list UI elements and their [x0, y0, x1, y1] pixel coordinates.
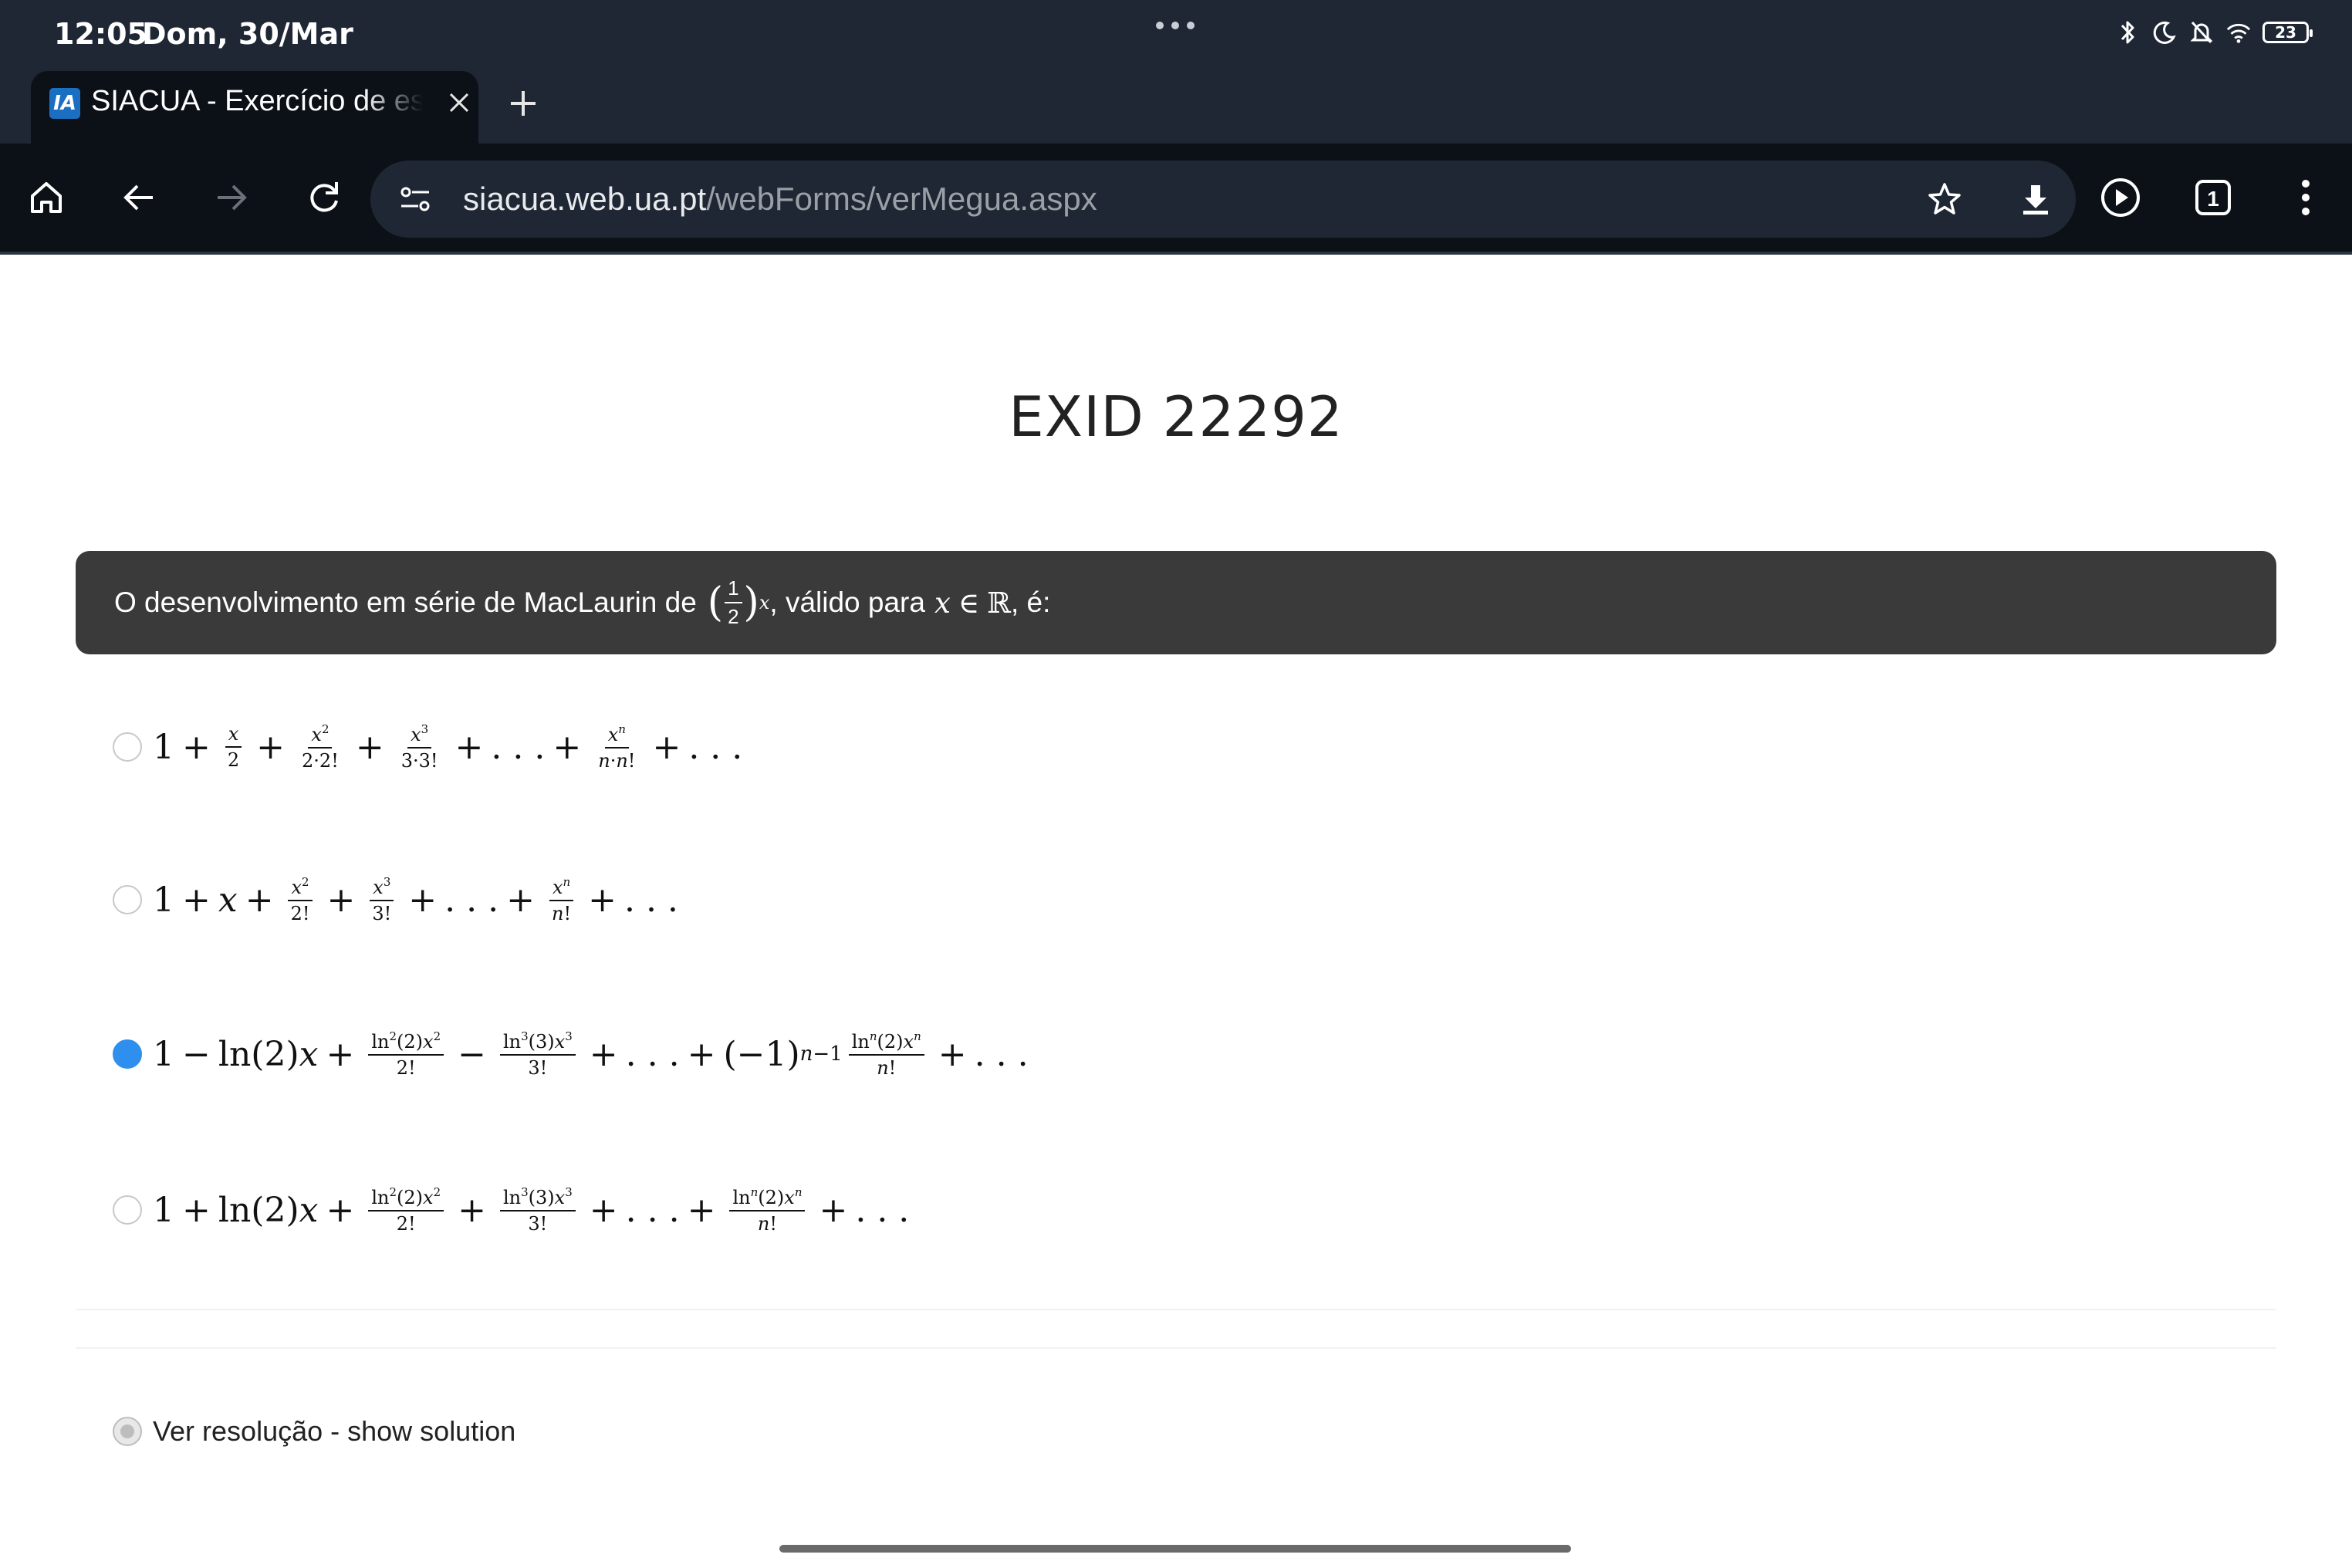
tab-siacua[interactable]: IA SIACUA - Exercício de escolha	[31, 71, 478, 144]
tab-strip: IA SIACUA - Exercício de escolha	[0, 71, 2352, 144]
close-icon[interactable]	[440, 83, 478, 122]
reload-icon[interactable]	[293, 167, 355, 228]
divider	[76, 1347, 2276, 1349]
divider	[76, 1309, 2276, 1310]
question-box: O desenvolvimento em série de MacLaurin …	[76, 551, 2276, 654]
more-dots-icon[interactable]	[1156, 22, 1195, 29]
answer-option-1[interactable]: 1 + x2 + x2 2·2! + x3 3·3! +. . . + xn n·n! +…	[113, 722, 742, 772]
show-solution-option[interactable]: Ver resolução - show solution	[113, 1415, 515, 1448]
more-menu-icon[interactable]	[2275, 167, 2337, 228]
page-title: EXID 22292	[1009, 384, 1343, 449]
answer-option-3[interactable]: 1− ln(2) x + ln2(2)x2 2! − ln3(3)x3 3! +. . .…	[113, 1029, 1029, 1079]
home-icon[interactable]	[15, 167, 77, 228]
back-arrow-icon[interactable]	[108, 167, 170, 228]
browser-toolbar: siacua.web.ua.pt/webForms/verMegua.aspx …	[0, 144, 2352, 252]
answer-radio-4[interactable]	[113, 1195, 142, 1225]
answer-formula-2: 1 + x + x2 2! + x3 3! +. . . + xn n! +. . .	[153, 875, 678, 924]
play-circle-icon[interactable]	[2090, 167, 2151, 228]
bookmark-star-icon[interactable]	[1921, 176, 1968, 222]
answer-radio-3[interactable]	[113, 1039, 142, 1069]
tab-count: 1	[2207, 187, 2219, 211]
new-tab-button[interactable]	[502, 82, 545, 125]
url-text[interactable]: siacua.web.ua.pt/webForms/verMegua.aspx	[463, 181, 1097, 218]
show-solution-radio[interactable]	[113, 1417, 142, 1446]
answer-formula-3: 1− ln(2) x + ln2(2)x2 2! − ln3(3)x3 3! +. . .…	[153, 1029, 1029, 1079]
toolbar-divider	[0, 252, 2352, 255]
download-icon[interactable]	[2012, 176, 2059, 222]
status-date: Dom, 30/Mar	[142, 17, 353, 51]
favicon-icon: IA	[49, 88, 80, 119]
status-bar: 12:05 Dom, 30/Mar 23	[0, 0, 2352, 71]
answer-formula-1: 1 + x2 + x2 2·2! + x3 3·3! +. . . + xn n·n! +…	[153, 722, 743, 772]
status-time: 12:05	[54, 17, 147, 51]
wifi-icon	[2225, 17, 2252, 48]
answer-radio-2[interactable]	[113, 885, 142, 914]
question-text: O desenvolvimento em série de MacLaurin …	[114, 576, 1051, 628]
show-solution-label: Ver resolução - show solution	[153, 1415, 516, 1447]
moon-icon	[2151, 17, 2178, 48]
status-icons: 23	[2114, 17, 2313, 48]
bell-off-icon	[2188, 17, 2215, 48]
battery-icon: 23	[2262, 22, 2313, 43]
forward-arrow-icon[interactable]	[201, 167, 262, 228]
answer-option-2[interactable]: 1 + x + x2 2! + x3 3! +. . . + xn n! +. . .	[113, 875, 678, 924]
site-settings-icon[interactable]	[397, 181, 434, 218]
bluetooth-icon	[2114, 17, 2141, 48]
answer-radio-1[interactable]	[113, 732, 142, 762]
answer-formula-4: 1 + ln(2) x + ln2(2)x2 2! + ln3(3)x3 3! +. . .…	[153, 1185, 910, 1235]
answer-option-4[interactable]: 1 + ln(2) x + ln2(2)x2 2! + ln3(3)x3 3! +. . .…	[113, 1185, 909, 1235]
tab-switcher-button[interactable]: 1	[2182, 167, 2244, 228]
address-bar[interactable]: siacua.web.ua.pt/webForms/verMegua.aspx	[370, 161, 2076, 238]
tab-title: SIACUA - Exercício de escolha	[91, 85, 423, 117]
gesture-home-bar[interactable]	[779, 1545, 1571, 1553]
